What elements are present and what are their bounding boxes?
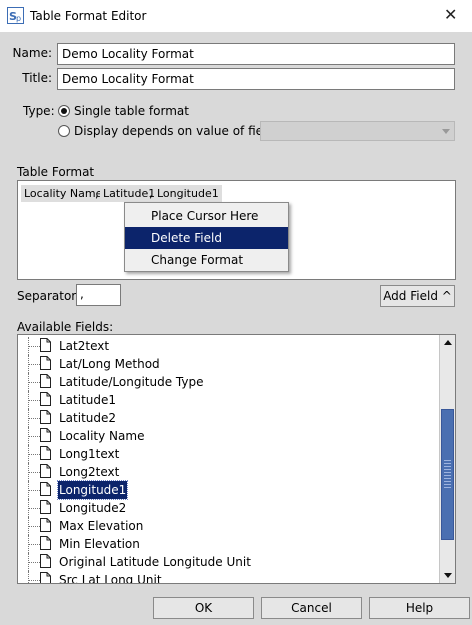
list-item-label: Locality Name bbox=[59, 429, 145, 443]
field-select[interactable] bbox=[260, 121, 455, 141]
tree-line bbox=[28, 454, 40, 455]
format-field-locality-name[interactable]: Locality Name bbox=[21, 185, 106, 202]
window-title: Table Format Editor bbox=[30, 9, 147, 23]
title-field[interactable]: Demo Locality Format bbox=[57, 68, 455, 90]
document-icon bbox=[40, 554, 51, 568]
list-item-label: Src Lat Long Unit bbox=[59, 573, 162, 584]
display-depends-label: Display depends on value of field: bbox=[74, 124, 279, 138]
tree-line bbox=[28, 490, 40, 491]
name-label: Name: bbox=[12, 46, 52, 60]
document-icon bbox=[40, 446, 51, 460]
list-item[interactable]: Min Elevation bbox=[18, 535, 438, 553]
tree-rows: Lat2text Lat/Long Method Latitude/Longitud… bbox=[18, 335, 438, 584]
tree-line bbox=[28, 364, 40, 365]
list-item-label: Latitude2 bbox=[59, 411, 117, 425]
menu-item-delete-field[interactable]: Delete Field bbox=[125, 227, 288, 249]
type-label: Type: bbox=[23, 104, 55, 118]
list-item[interactable]: Src Lat Long Unit bbox=[18, 571, 438, 584]
tree-line bbox=[28, 418, 40, 419]
document-icon bbox=[40, 410, 51, 424]
menu-item-place-cursor-here[interactable]: Place Cursor Here bbox=[125, 205, 288, 227]
tree-line bbox=[28, 580, 40, 581]
chevron-down-icon bbox=[442, 129, 450, 134]
list-item-label: Latitude1 bbox=[59, 393, 117, 407]
document-icon bbox=[40, 338, 51, 352]
list-item-label: Lat2text bbox=[59, 339, 110, 353]
available-fields-tree[interactable]: Lat2text Lat/Long Method Latitude/Longitud… bbox=[17, 334, 456, 584]
help-button[interactable]: Help bbox=[369, 597, 470, 619]
list-item[interactable]: Lat/Long Method bbox=[18, 355, 438, 373]
tree-line bbox=[28, 346, 40, 347]
title-label: Title: bbox=[22, 71, 52, 85]
list-item-label: Longitude2 bbox=[59, 501, 127, 515]
tree-line bbox=[28, 562, 40, 563]
list-item-label: Min Elevation bbox=[59, 537, 140, 551]
tree-line bbox=[28, 382, 40, 383]
document-icon bbox=[40, 500, 51, 514]
list-item-label: Original Latitude Longitude Unit bbox=[59, 555, 251, 569]
document-icon bbox=[40, 374, 51, 388]
scroll-grip-icon bbox=[444, 460, 451, 488]
format-separator: , bbox=[149, 186, 153, 200]
svg-text:p: p bbox=[16, 14, 21, 23]
display-depends-radio[interactable] bbox=[58, 125, 70, 137]
tree-line bbox=[28, 508, 40, 509]
format-field-longitude1[interactable]: Longitude1 bbox=[154, 185, 222, 202]
list-item[interactable]: Latitude/Longitude Type bbox=[18, 373, 438, 391]
separator-field[interactable]: , bbox=[76, 284, 121, 306]
tree-line bbox=[28, 526, 40, 527]
tree-line bbox=[28, 400, 40, 401]
list-item-label: Max Elevation bbox=[59, 519, 144, 533]
format-separator: , bbox=[95, 186, 99, 200]
document-icon bbox=[40, 482, 51, 496]
list-item[interactable]: Original Latitude Longitude Unit bbox=[18, 553, 438, 571]
document-icon bbox=[40, 392, 51, 406]
single-table-format-label: Single table format bbox=[74, 104, 189, 118]
list-item-label: Longitude1 bbox=[56, 480, 129, 500]
document-icon bbox=[40, 572, 51, 583]
list-item[interactable]: Latitude1 bbox=[18, 391, 438, 409]
title-bar: S p Table Format Editor ✕ bbox=[0, 0, 472, 32]
scroll-up-button[interactable] bbox=[440, 335, 455, 351]
add-field-button[interactable]: Add Field ^ bbox=[380, 285, 455, 307]
single-table-format-radio[interactable] bbox=[58, 105, 70, 117]
list-item[interactable]: Max Elevation bbox=[18, 517, 438, 535]
context-menu: Place Cursor Here Delete Field Change Fo… bbox=[124, 202, 289, 272]
tree-line bbox=[28, 472, 40, 473]
tree-line bbox=[28, 571, 29, 583]
document-icon bbox=[40, 356, 51, 370]
list-item[interactable]: Locality Name bbox=[18, 427, 438, 445]
separator-label: Separator: bbox=[17, 289, 81, 303]
scroll-thumb[interactable] bbox=[441, 409, 454, 540]
list-item-label: Latitude/Longitude Type bbox=[59, 375, 204, 389]
close-icon[interactable]: ✕ bbox=[444, 5, 457, 24]
tree-line bbox=[28, 436, 40, 437]
arrow-up-icon bbox=[444, 340, 452, 345]
ok-button[interactable]: OK bbox=[153, 597, 254, 619]
menu-item-change-format[interactable]: Change Format bbox=[125, 249, 288, 271]
specify-logo-icon: S p bbox=[7, 7, 24, 24]
arrow-down-icon bbox=[444, 573, 452, 578]
list-item[interactable]: Lat2text bbox=[18, 337, 438, 355]
vertical-scrollbar[interactable] bbox=[439, 335, 455, 583]
scroll-down-button[interactable] bbox=[440, 567, 455, 583]
list-item-label: Lat/Long Method bbox=[59, 357, 160, 371]
list-item[interactable]: Long1text bbox=[18, 445, 438, 463]
document-icon bbox=[40, 428, 51, 442]
list-item[interactable]: Longitude1 bbox=[18, 480, 438, 500]
name-field[interactable]: Demo Locality Format bbox=[57, 43, 455, 65]
list-item[interactable]: Longitude2 bbox=[18, 499, 438, 517]
table-format-label: Table Format bbox=[17, 165, 95, 179]
list-item[interactable]: Long2text bbox=[18, 463, 438, 481]
document-icon bbox=[40, 536, 51, 550]
document-icon bbox=[40, 518, 51, 532]
list-item[interactable]: Latitude2 bbox=[18, 409, 438, 427]
document-icon bbox=[40, 464, 51, 478]
list-item-label: Long1text bbox=[59, 447, 120, 461]
cancel-button[interactable]: Cancel bbox=[261, 597, 362, 619]
tree-line bbox=[28, 544, 40, 545]
available-fields-label: Available Fields: bbox=[17, 320, 114, 334]
list-item-label: Long2text bbox=[59, 465, 120, 479]
